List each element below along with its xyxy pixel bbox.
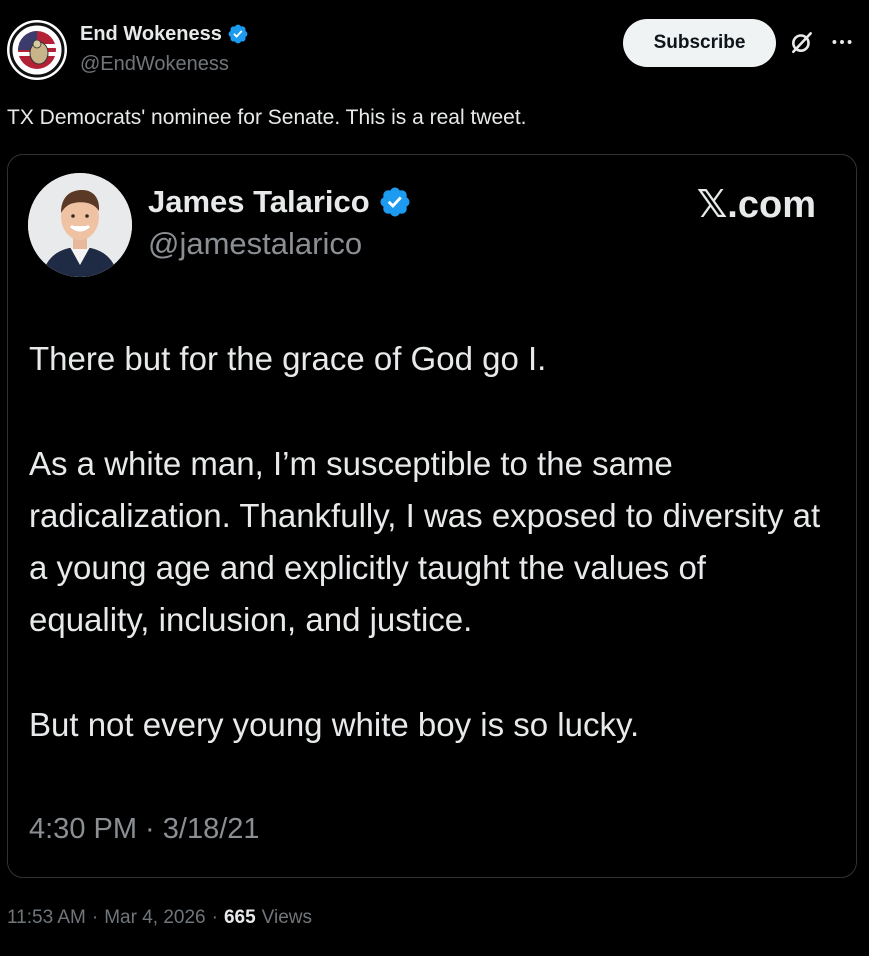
post-meta: 11:53 AM · Mar 4, 2026 · 665 Views xyxy=(7,906,312,930)
person-portrait-icon xyxy=(28,173,132,277)
more-icon[interactable] xyxy=(829,29,855,55)
post-time[interactable]: 11:53 AM xyxy=(7,906,86,930)
embedded-name-row: James Talarico xyxy=(148,183,412,221)
author-avatar[interactable] xyxy=(7,20,67,80)
views-count: 665 xyxy=(223,907,256,928)
author-name[interactable]: End Wokeness xyxy=(80,22,222,46)
author-handle[interactable]: @EndWokeness xyxy=(80,52,249,76)
subscribe-button[interactable]: Subscribe xyxy=(623,19,776,67)
meta-separator: · xyxy=(91,907,99,928)
embedded-tweet-body: There but for the grace of God go I. As … xyxy=(29,333,829,751)
embedded-avatar xyxy=(28,173,132,277)
embedded-author-info: James Talarico @jamestalarico xyxy=(148,183,412,263)
views-label: Views xyxy=(261,907,312,928)
embedded-author-name: James Talarico xyxy=(148,184,370,219)
meta-separator: · xyxy=(211,907,218,928)
post-page: End Wokeness @EndWokeness Subscribe TX D… xyxy=(0,0,869,956)
author-name-row: End Wokeness xyxy=(80,22,249,46)
post-date[interactable]: Mar 4, 2026 xyxy=(104,906,205,930)
post-text: TX Democrats' nominee for Senate. This i… xyxy=(7,106,527,129)
embedded-paragraph: There but for the grace of God go I. xyxy=(29,340,547,377)
embedded-tweet-image[interactable]: James Talarico @jamestalarico 𝕏.com Ther… xyxy=(7,154,857,878)
avatar-logo-icon xyxy=(8,21,66,79)
embedded-verified-badge-icon xyxy=(380,187,410,217)
embedded-timestamp: 4:30 PM · 3/18/21 xyxy=(29,813,260,845)
verified-badge-icon[interactable] xyxy=(227,23,249,45)
embedded-paragraph: As a white man, I’m susceptible to the s… xyxy=(29,445,821,638)
grok-icon[interactable] xyxy=(789,29,815,55)
embedded-author-handle: @jamestalarico xyxy=(148,226,363,261)
x-brand-logo: 𝕏.com xyxy=(696,184,816,226)
author-info: End Wokeness @EndWokeness xyxy=(80,22,249,76)
embedded-paragraph: But not every young white boy is so luck… xyxy=(29,706,640,743)
